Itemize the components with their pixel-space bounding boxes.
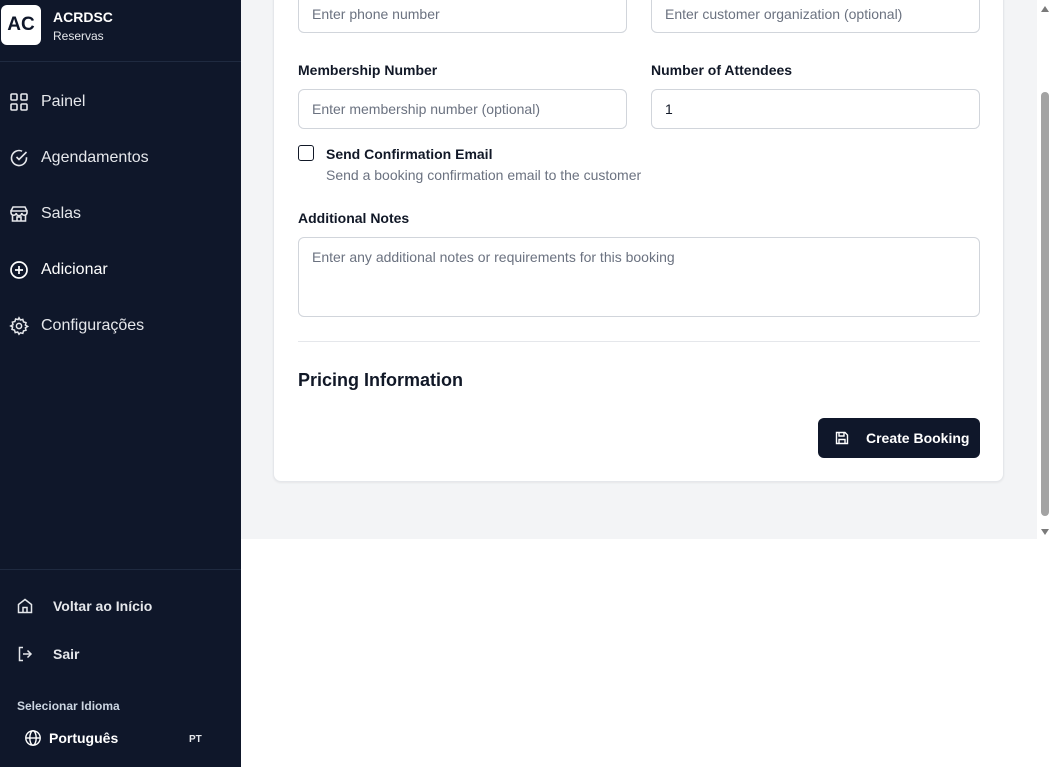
phone-input[interactable] <box>298 0 627 33</box>
scrollbar-thumb[interactable] <box>1041 92 1049 516</box>
membership-input[interactable] <box>298 89 627 129</box>
section-divider <box>298 341 980 342</box>
sidebar-item-configuracoes[interactable]: Configurações <box>0 304 241 348</box>
sidebar-item-label: Configurações <box>41 317 145 334</box>
globe-icon <box>24 729 42 747</box>
notes-textarea[interactable] <box>298 237 980 317</box>
sidebar-item-label: Agendamentos <box>41 149 149 166</box>
sidebar-divider <box>0 569 241 570</box>
language-heading: Selecionar Idioma <box>17 699 120 713</box>
create-booking-label: Create Booking <box>866 430 970 446</box>
membership-label: Membership Number <box>298 62 438 78</box>
grid-icon <box>9 92 29 112</box>
store-icon <box>9 204 29 224</box>
brand-subtitle: Reservas <box>53 29 104 43</box>
back-home-label: Voltar ao Início <box>53 598 153 614</box>
logout-link[interactable]: Sair <box>0 636 241 672</box>
sidebar-item-label: Adicionar <box>41 261 108 278</box>
notes-label: Additional Notes <box>298 210 410 226</box>
sidebar-item-painel[interactable]: Painel <box>0 80 241 124</box>
sidebar-item-adicionar[interactable]: Adicionar <box>0 248 241 292</box>
logo[interactable]: AC <box>1 5 41 45</box>
confirmation-email-checkbox[interactable] <box>298 145 314 161</box>
create-booking-button[interactable]: Create Booking <box>818 418 980 458</box>
language-selector[interactable]: Português PT <box>0 725 241 753</box>
brand-header: AC ACRDSC Reservas <box>0 0 241 62</box>
organization-input[interactable] <box>651 0 980 33</box>
back-home-link[interactable]: Voltar ao Início <box>0 588 241 624</box>
language-label: Português <box>49 730 119 746</box>
confirmation-email-label[interactable]: Send Confirmation Email <box>326 146 492 162</box>
check-circle-icon <box>9 148 29 168</box>
pricing-section-title: Pricing Information <box>298 370 464 390</box>
sidebar-item-agendamentos[interactable]: Agendamentos <box>0 136 241 180</box>
sidebar: AC ACRDSC Reservas Painel Agendamentos S… <box>0 0 241 767</box>
save-icon <box>834 430 850 446</box>
language-code-badge: PT <box>189 734 202 745</box>
scroll-up-arrow-icon[interactable] <box>1040 0 1050 12</box>
attendees-input[interactable] <box>651 89 980 129</box>
sidebar-item-label: Salas <box>41 205 82 222</box>
logout-label: Sair <box>53 646 80 662</box>
sidebar-item-salas[interactable]: Salas <box>0 192 241 236</box>
attendees-label: Number of Attendees <box>651 62 793 78</box>
logout-icon <box>16 645 34 663</box>
scroll-down-arrow-icon[interactable] <box>1040 523 1050 535</box>
sidebar-item-label: Painel <box>41 93 86 110</box>
gear-icon <box>9 316 29 336</box>
home-icon <box>16 597 34 615</box>
brand-name: ACRDSC <box>53 9 113 25</box>
confirmation-email-description: Send a booking confirmation email to the… <box>326 167 642 183</box>
plus-circle-icon <box>9 260 29 280</box>
